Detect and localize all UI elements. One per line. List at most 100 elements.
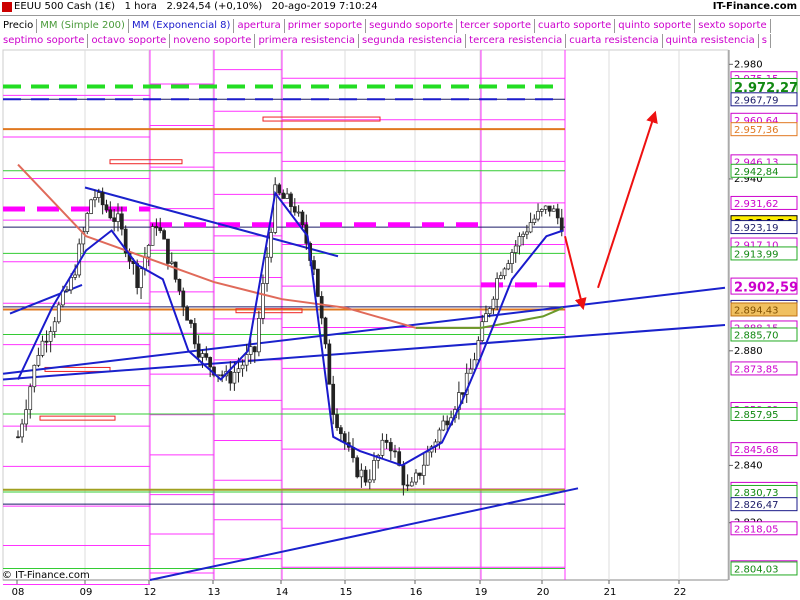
candle-body <box>73 274 77 278</box>
legend-item[interactable]: MM (Exponencial 8) <box>129 19 235 33</box>
x-tick-label: 19 <box>475 587 488 598</box>
legend-item[interactable]: cuarto soporte <box>535 19 616 33</box>
candle-body <box>414 472 418 483</box>
legend-item[interactable]: primer soporte <box>285 19 367 33</box>
candle-body <box>285 193 289 199</box>
candle-body <box>28 386 33 410</box>
price-label-box <box>730 560 798 575</box>
legend-item[interactable]: sexto soporte <box>695 19 771 33</box>
legend-item[interactable]: octavo soporte <box>88 34 171 48</box>
candle-body <box>248 346 253 355</box>
legend-item[interactable]: cuarta resistencia <box>566 34 663 48</box>
candle-body <box>453 409 457 419</box>
trendline <box>2 286 726 375</box>
price-label-box <box>730 195 798 210</box>
price-label: 2.975,15 <box>734 74 779 85</box>
candle-body <box>388 442 393 452</box>
x-tick-label: 15 <box>340 587 353 598</box>
candle-body <box>162 230 166 240</box>
price-label: 2.894,43 <box>734 305 779 316</box>
price-label-box <box>730 122 798 137</box>
price-label-box <box>730 320 798 335</box>
candle-body <box>127 252 132 262</box>
candle-body <box>189 319 193 324</box>
app-icon <box>2 2 12 12</box>
candle-body <box>20 423 24 438</box>
candle-body <box>425 451 430 466</box>
legend-item[interactable]: quinta resistencia <box>663 34 759 48</box>
candle-body <box>539 209 544 212</box>
legend-item[interactable]: noveno soporte <box>170 34 256 48</box>
price-chart[interactable]: 2.980 2.940 2.880 2.840 2.820 2.975,152.972,2… <box>0 0 800 600</box>
candle-body <box>480 321 485 341</box>
candle-body <box>335 414 339 429</box>
legend-item[interactable]: septimo soporte <box>0 34 89 48</box>
price-label: 2.917,10 <box>734 241 779 252</box>
price-label-box <box>730 401 798 416</box>
candle-body <box>418 472 422 476</box>
candle-body <box>327 343 332 385</box>
candle-body <box>212 366 216 376</box>
timeframe-label[interactable]: 1 hora <box>125 1 157 12</box>
candle-body <box>555 208 560 219</box>
candle-body <box>131 260 136 265</box>
candle-body <box>181 290 186 308</box>
trendline <box>149 487 579 581</box>
candle-body <box>56 304 61 323</box>
candle-body <box>525 231 529 235</box>
legend-item[interactable]: tercer soporte <box>457 19 536 33</box>
price-label: 2.924,54 <box>734 217 793 231</box>
candle-body <box>460 392 465 395</box>
y-tick-label: 2.940 <box>734 174 763 185</box>
candle-body <box>536 210 540 220</box>
candle-body <box>150 226 155 246</box>
price-label-box <box>730 299 798 314</box>
candle-body <box>506 263 511 270</box>
copyright-label: © IT-Finance.com <box>2 570 90 581</box>
candle-body <box>445 420 450 426</box>
candle-body <box>216 374 220 377</box>
candle-body <box>81 231 86 245</box>
legend-item[interactable]: apertura <box>234 19 285 33</box>
candle-body <box>236 368 241 373</box>
candle-body <box>510 252 514 264</box>
price-label-box <box>730 220 798 235</box>
price-label: 2.830,73 <box>734 488 779 499</box>
candle-body <box>166 238 170 264</box>
legend-item[interactable]: quinto soporte <box>615 19 696 33</box>
candle-body <box>300 211 305 226</box>
candle-body <box>52 321 57 332</box>
candle-body <box>472 359 477 370</box>
candle-body <box>323 317 328 345</box>
legend-item[interactable]: s <box>759 34 771 48</box>
candle-body <box>16 436 20 439</box>
legend-item[interactable]: Precio <box>0 19 38 33</box>
legend-item[interactable]: segundo soporte <box>366 19 458 33</box>
candle-body <box>277 184 282 194</box>
candle-body <box>384 439 389 443</box>
candle-body <box>312 260 316 270</box>
legend-item[interactable]: tercera resistencia <box>466 34 567 48</box>
legend-item[interactable]: MM (Simple 200) <box>37 19 129 33</box>
candle-body <box>61 290 65 306</box>
x-tick-label: 12 <box>144 587 157 598</box>
price-label: 2.818,05 <box>734 524 779 535</box>
candle-body <box>521 233 526 237</box>
candle-body <box>346 442 351 448</box>
legend-item[interactable]: segunda resistencia <box>359 34 467 48</box>
candle-body <box>96 192 101 198</box>
legend-item[interactable]: primera resistencia <box>255 34 360 48</box>
candle-body <box>351 446 355 459</box>
candle-body <box>359 469 364 478</box>
candle-body <box>296 211 301 214</box>
candle-body <box>528 222 533 233</box>
annotation-box <box>109 159 183 165</box>
price-label: 2.857,95 <box>734 410 779 421</box>
candle-body <box>119 213 124 230</box>
candle-body <box>409 481 414 487</box>
candle-body <box>380 439 385 456</box>
x-tick-label: 20 <box>537 587 550 598</box>
price-label: 2.873,85 <box>734 364 779 375</box>
candle-body <box>397 451 402 466</box>
x-tick-label: 09 <box>80 587 93 598</box>
